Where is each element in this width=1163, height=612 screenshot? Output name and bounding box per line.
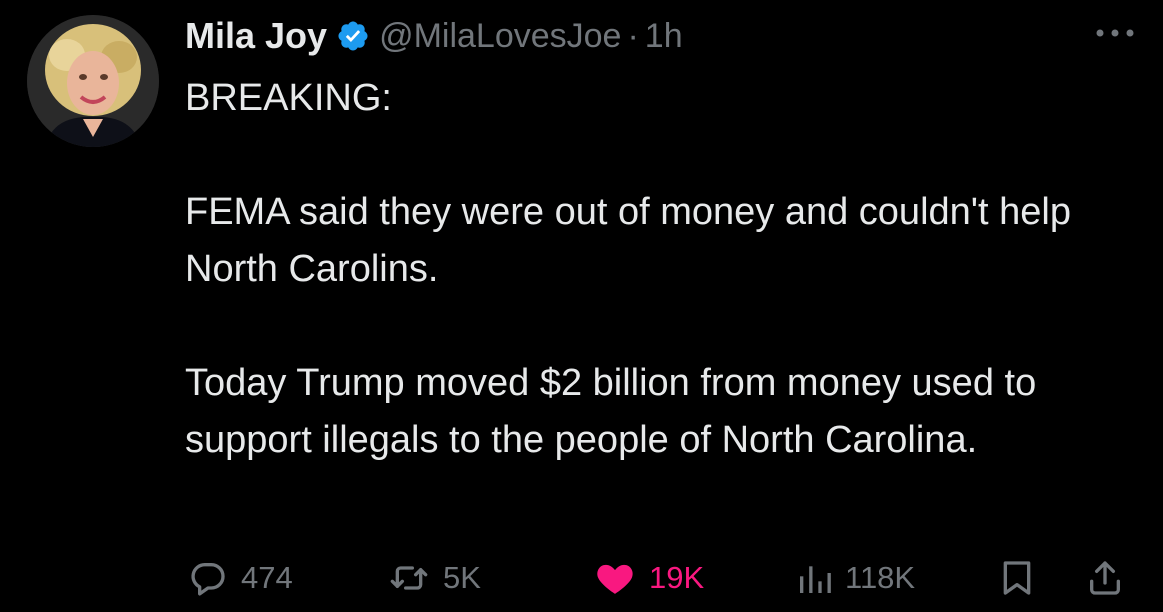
- repost-count: 5K: [443, 560, 481, 595]
- bookmark-icon: [997, 557, 1037, 599]
- author-name[interactable]: Mila Joy: [185, 15, 327, 57]
- post-paragraph: BREAKING:: [185, 77, 392, 119]
- share-icon: [1085, 557, 1125, 599]
- avatar[interactable]: [27, 15, 159, 147]
- verified-badge-icon: [336, 19, 370, 53]
- like-button[interactable]: 19K: [591, 552, 704, 604]
- repost-button[interactable]: 5K: [385, 552, 481, 604]
- repost-icon: [385, 558, 433, 598]
- like-count: 19K: [649, 560, 705, 595]
- post-paragraph: FEMA said they were out of money and cou…: [185, 191, 1071, 290]
- reply-bubble-icon: [185, 558, 231, 598]
- reply-button[interactable]: 474: [185, 552, 293, 604]
- share-button[interactable]: [1085, 552, 1135, 604]
- heart-icon: [591, 557, 639, 599]
- author-handle[interactable]: @MilaLovesJoe: [379, 17, 621, 56]
- more-dots-icon[interactable]: [1089, 18, 1141, 48]
- bookmark-button[interactable]: [997, 552, 1047, 604]
- reply-count: 474: [241, 560, 293, 595]
- post-time[interactable]: 1h: [645, 17, 683, 56]
- post-paragraph: Today Trump moved $2 billion from money …: [185, 362, 1037, 461]
- views-bars-icon: [795, 558, 835, 598]
- avatar-photo: [27, 15, 159, 147]
- views-count: 118K: [845, 560, 916, 595]
- views-button[interactable]: 118K: [795, 552, 915, 604]
- post-header: Mila Joy @MilaLovesJoe · 1h: [185, 10, 1163, 62]
- post-text: BREAKING: FEMA said they were out of mon…: [185, 70, 1145, 469]
- action-bar: 474 5K 19K 118K: [185, 552, 1135, 604]
- separator-dot: ·: [627, 16, 639, 55]
